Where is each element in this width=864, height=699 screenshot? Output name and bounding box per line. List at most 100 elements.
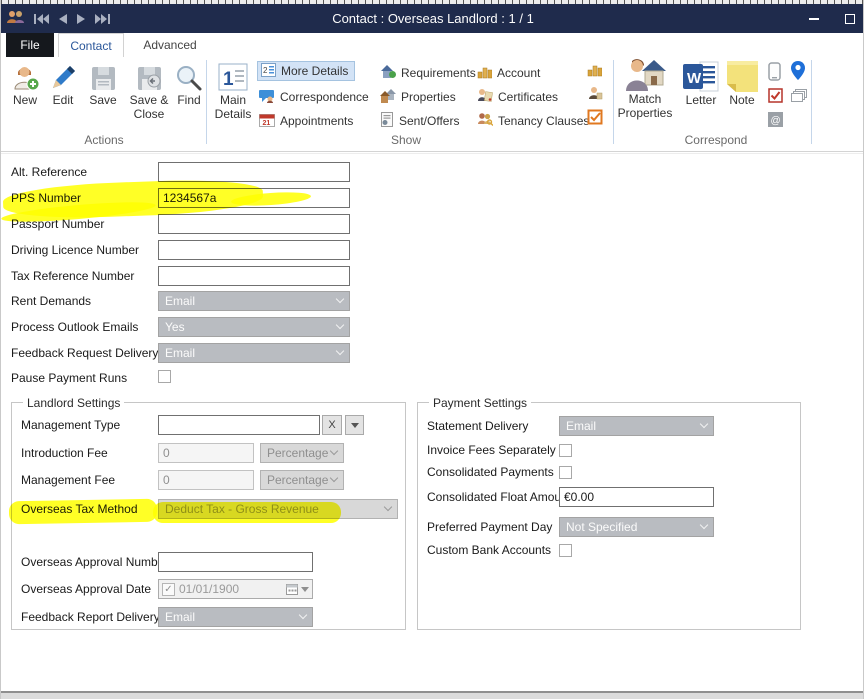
consolidated-payments-checkbox[interactable] [559, 466, 572, 479]
preferred-payment-day-dropdown[interactable]: Not Specified [559, 517, 714, 537]
tab-contact[interactable]: Contact [58, 33, 124, 57]
payment-settings-title: Payment Settings [429, 396, 531, 410]
invoice-fees-separately-checkbox[interactable] [559, 444, 572, 457]
pause-payment-runs-checkbox[interactable] [158, 370, 171, 383]
main-details-button-label: Main Details [209, 94, 257, 122]
sent-offers-label: Sent/Offers [399, 114, 459, 128]
management-type-clear-button[interactable]: X [322, 415, 342, 435]
feedback-report-delivery-dropdown[interactable]: Email [158, 607, 313, 627]
consolidated-float-amount-input[interactable] [559, 487, 714, 507]
new-contact-icon [11, 60, 40, 92]
save-close-button[interactable]: Save & Close [125, 60, 173, 122]
chevron-down-icon [384, 503, 392, 511]
sent-offers-button[interactable]: Sent/Offers [380, 111, 459, 131]
passport-number-label: Passport Number [11, 217, 104, 231]
last-record-button[interactable] [95, 14, 110, 24]
management-fee-unit-dropdown[interactable]: Percentage [260, 470, 344, 490]
correspondence-icon [259, 88, 275, 106]
calendar-dropdown-button[interactable] [286, 583, 309, 595]
letter-button[interactable]: W Letter [681, 60, 721, 108]
next-record-button[interactable] [77, 14, 85, 24]
maximize-button[interactable] [845, 14, 855, 24]
driving-licence-number-label: Driving Licence Number [11, 243, 139, 257]
account-label: Account [497, 66, 540, 80]
find-button[interactable]: Find [173, 60, 205, 108]
alt-reference-input[interactable] [158, 162, 350, 182]
note-button-label: Note [729, 94, 754, 108]
email-at-icon-button[interactable]: @ [768, 112, 783, 132]
custom-bank-accounts-checkbox[interactable] [559, 544, 572, 557]
rent-demands-dropdown[interactable]: Email [158, 291, 350, 311]
consolidated-float-amount-label: Consolidated Float Amount [427, 490, 571, 504]
save-close-floppy-icon [136, 60, 163, 92]
requirements-button[interactable]: Requirements [380, 63, 476, 83]
save-button[interactable]: Save [83, 60, 123, 108]
previous-record-button[interactable] [59, 14, 67, 24]
account-coins-icon [477, 64, 492, 82]
match-properties-icon [624, 59, 666, 91]
appointments-button[interactable]: 21 Appointments [259, 111, 353, 131]
pps-number-input[interactable] [158, 188, 350, 208]
financial-coins-icon-button[interactable] [587, 62, 602, 82]
minimize-button[interactable] [809, 18, 819, 20]
properties-label: Properties [401, 90, 456, 104]
tasks-checkbox-icon-button[interactable] [587, 109, 603, 130]
calendar-icon [286, 583, 298, 595]
new-button[interactable]: New [7, 60, 43, 108]
ribbon: New Edit Save Save & Close Find Act [1, 57, 864, 152]
introduction-fee-input[interactable] [158, 443, 254, 463]
match-properties-button[interactable]: Match Properties [617, 59, 673, 121]
overseas-approval-number-input[interactable] [158, 552, 313, 572]
first-record-button[interactable] [34, 14, 49, 24]
pause-payment-runs-label: Pause Payment Runs [11, 371, 127, 385]
driving-licence-number-input[interactable] [158, 240, 350, 260]
management-type-dropdown-button[interactable] [345, 415, 364, 435]
certificates-button[interactable]: Certificates [477, 87, 558, 107]
tax-reference-number-input[interactable] [158, 266, 350, 286]
overseas-approval-date-picker[interactable]: ✓ 01/01/1900 [158, 579, 313, 599]
chevron-down-icon [330, 474, 338, 482]
properties-icon [380, 88, 396, 106]
agent-person-icon-button[interactable] [587, 86, 603, 106]
main-details-button[interactable]: 1 Main Details [209, 60, 257, 122]
edit-button[interactable]: Edit [45, 60, 81, 108]
chevron-down-icon [700, 521, 708, 529]
mobile-phone-icon-button[interactable] [768, 62, 781, 86]
tab-file[interactable]: File [6, 33, 54, 57]
map-pin-icon-button[interactable] [791, 61, 805, 85]
passport-number-input[interactable] [158, 214, 350, 234]
appointments-icon: 21 [259, 112, 275, 130]
correspondence-button[interactable]: Correspondence [259, 87, 369, 107]
process-outlook-emails-dropdown[interactable]: Yes [158, 317, 350, 337]
chevron-down-icon [299, 611, 307, 619]
tenancy-clauses-button[interactable]: Tenancy Clauses [477, 111, 589, 131]
statement-delivery-dropdown[interactable]: Email [559, 416, 714, 436]
svg-text:1: 1 [223, 69, 234, 90]
note-button[interactable]: Note [723, 60, 761, 108]
red-checkbox-icon-button[interactable] [768, 88, 783, 108]
management-type-input[interactable] [158, 415, 320, 435]
feedback-request-delivery-dropdown[interactable]: Email [158, 343, 350, 363]
copy-documents-icon-button[interactable] [790, 89, 807, 108]
date-enabled-checkbox[interactable]: ✓ [162, 583, 175, 596]
introduction-fee-label: Introduction Fee [21, 446, 108, 460]
process-outlook-emails-label: Process Outlook Emails [11, 320, 138, 334]
chevron-down-icon [330, 447, 338, 455]
letter-button-label: Letter [686, 94, 717, 108]
custom-bank-accounts-label: Custom Bank Accounts [427, 543, 551, 557]
management-fee-input[interactable] [158, 470, 254, 490]
account-button[interactable]: Account [477, 63, 540, 83]
requirements-icon [380, 64, 396, 82]
certificates-icon [477, 88, 493, 106]
title-bar: Contact : Overseas Landlord : 1 / 1 [1, 4, 864, 33]
tab-advanced[interactable]: Advanced [128, 33, 212, 57]
introduction-fee-unit-dropdown[interactable]: Percentage [260, 443, 344, 463]
window-title: Contact : Overseas Landlord : 1 / 1 [1, 11, 864, 26]
more-details-icon: 2 [261, 63, 276, 80]
overseas-tax-method-dropdown[interactable]: Deduct Tax - Gross Revenue [158, 499, 398, 519]
chevron-down-icon [700, 420, 708, 428]
statement-delivery-label: Statement Delivery [427, 419, 528, 433]
tenancy-clauses-label: Tenancy Clauses [498, 114, 589, 128]
more-details-button[interactable]: 2 More Details [257, 61, 355, 81]
properties-button[interactable]: Properties [380, 87, 456, 107]
